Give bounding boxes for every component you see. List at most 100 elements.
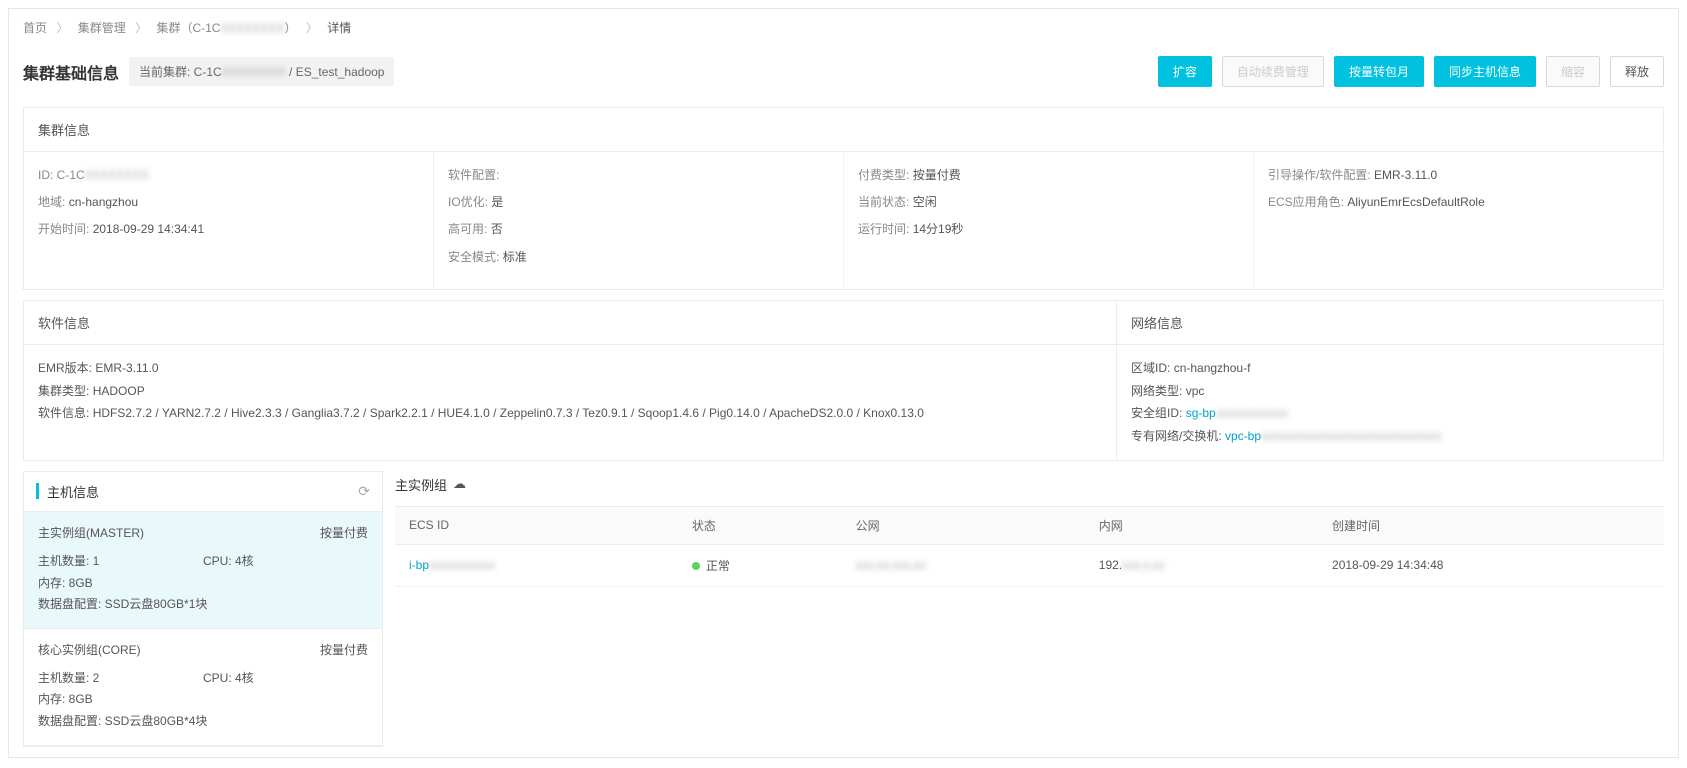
runtime-value: 14分19秒: [913, 222, 964, 236]
shrink-button: 缩容: [1546, 56, 1600, 87]
host-group-master[interactable]: 主实例组(MASTER) 按量付费 主机数量: 1 CPU: 4核 内存: 8G…: [24, 512, 382, 629]
sg-link-text: sg-bp: [1186, 406, 1216, 420]
io-label: IO优化:: [448, 195, 488, 209]
group-name: 主实例组(MASTER): [38, 524, 144, 541]
cluster-info-title: 集群信息: [24, 108, 1663, 152]
breadcrumb-cluster-prefix: 集群（C-1C: [156, 21, 220, 35]
chevron-right-icon: 〉: [135, 21, 147, 35]
sec-label: 安全模式:: [448, 250, 499, 264]
ecs-blur: xxxxxxxxxxx: [429, 558, 495, 572]
chevron-right-icon: 〉: [56, 21, 68, 35]
table-row: i-bpxxxxxxxxxxx 正常 xxx.xx.xxx.xx 192.xxx…: [395, 544, 1664, 586]
cluster-info-col2: 软件配置: IO优化: 是 高可用: 否 安全模式: 标准: [433, 152, 843, 289]
ha-label: 高可用:: [448, 222, 487, 236]
group-pay: 按量付费: [320, 524, 368, 541]
cluster-info-card: 集群信息 ID: C-1CXXXXXXXX 地域: cn-hangzhou 开始…: [23, 107, 1664, 290]
type-label: 集群类型:: [38, 384, 89, 398]
vpc-link[interactable]: vpc-bpxxxxxxxxxxxxxxxxxxxxxxxxxxxxxx: [1225, 429, 1441, 443]
ecs-id-link[interactable]: i-bpxxxxxxxxxxx: [409, 558, 495, 572]
group-pay: 按量付费: [320, 641, 368, 658]
chip-prefix: 当前集群: C-1C: [139, 65, 222, 79]
vpc-label: 专有网络/交换机:: [1131, 429, 1222, 443]
status-value: 空闲: [913, 195, 937, 209]
sg-label: 安全组ID:: [1131, 406, 1182, 420]
start-label: 开始时间:: [38, 222, 89, 236]
net-value: vpc: [1186, 384, 1205, 398]
breadcrumb-home[interactable]: 首页: [23, 21, 47, 35]
group-mem: 内存: 8GB: [38, 689, 368, 711]
sg-link-blur: xxxxxxxxxxxx: [1216, 406, 1288, 420]
ha-value: 否: [491, 222, 503, 236]
group-cpu: CPU: 4核: [203, 668, 368, 690]
col-created: 创建时间: [1318, 506, 1664, 544]
breadcrumb-cluster-blur: XXXXXXXX: [220, 21, 284, 35]
header-row: 集群基础信息 当前集群: C-1CXXXXXXXX / ES_test_hado…: [9, 46, 1678, 97]
breadcrumb-cluster-suffix: ）: [284, 21, 296, 35]
host-sidebar: 主机信息 ⟳ 主实例组(MASTER) 按量付费 主机数量: 1 CPU: 4核…: [23, 471, 383, 747]
chip-suffix: / ES_test_hadoop: [286, 65, 385, 79]
region-value: cn-hangzhou: [69, 195, 138, 209]
host-table-title: 主实例组: [395, 475, 447, 494]
private-ip-blur: xxx.x.xx: [1122, 558, 1165, 572]
stack-value: HDFS2.7.2 / YARN2.7.2 / Hive2.3.3 / Gang…: [93, 406, 924, 420]
breadcrumb-detail: 详情: [327, 21, 351, 35]
auto-renew-button: 自动续费管理: [1222, 56, 1324, 87]
status-label: 当前状态:: [858, 195, 909, 209]
col-public: 公网: [842, 506, 1085, 544]
host-table-area: 主实例组 ☁ ECS ID 状态 公网 内网 创建时间 i-bpxxxxxxxx…: [395, 471, 1664, 747]
accent-bar: [36, 483, 39, 499]
emr-value: EMR-3.11.0: [95, 361, 158, 375]
refresh-icon[interactable]: ⟳: [358, 483, 370, 500]
software-info-panel: 软件信息 EMR版本: EMR-3.11.0 集群类型: HADOOP 软件信息…: [23, 300, 1117, 461]
current-cluster-chip: 当前集群: C-1CXXXXXXXX / ES_test_hadoop: [129, 57, 394, 86]
group-name: 核心实例组(CORE): [38, 641, 141, 658]
host-info-title: 主机信息: [47, 482, 99, 501]
scale-button[interactable]: 扩容: [1158, 56, 1212, 87]
net-label: 网络类型:: [1131, 384, 1182, 398]
chip-blur: XXXXXXXX: [222, 65, 286, 79]
col-status: 状态: [678, 506, 842, 544]
group-hosts: 主机数量: 2: [38, 668, 203, 690]
ecs-role-label: ECS应用角色:: [1268, 195, 1344, 209]
breadcrumb: 首页 〉 集群管理 〉 集群（C-1CXXXXXXXX） 〉 详情: [9, 9, 1678, 46]
group-hosts: 主机数量: 1: [38, 551, 203, 573]
ecs-role-value: AliyunEmrEcsDefaultRole: [1347, 195, 1484, 209]
col-private: 内网: [1085, 506, 1318, 544]
group-disk: 数据盘配置: SSD云盘80GB*1块: [38, 594, 368, 616]
zone-label: 区域ID:: [1131, 361, 1170, 375]
emr-label: EMR版本:: [38, 361, 92, 375]
status-text: 正常: [706, 559, 730, 573]
sec-value: 标准: [503, 250, 527, 264]
breadcrumb-cluster[interactable]: 集群（C-1CXXXXXXXX）: [156, 21, 299, 35]
id-label: ID: C-1C: [38, 168, 85, 182]
sync-host-button[interactable]: 同步主机信息: [1434, 56, 1536, 87]
pay-label: 付费类型:: [858, 168, 909, 182]
host-group-core[interactable]: 核心实例组(CORE) 按量付费 主机数量: 2 CPU: 4核 内存: 8GB…: [24, 629, 382, 746]
private-ip-prefix: 192.: [1099, 558, 1122, 572]
boot-label: 引导操作/软件配置:: [1268, 168, 1371, 182]
group-cpu: CPU: 4核: [203, 551, 368, 573]
cloud-icon: ☁: [453, 476, 466, 492]
cluster-info-col3: 付费类型: 按量付费 当前状态: 空闲 运行时间: 14分19秒: [843, 152, 1253, 289]
start-value: 2018-09-29 14:34:41: [93, 222, 204, 236]
zone-value: cn-hangzhou-f: [1174, 361, 1251, 375]
sg-link[interactable]: sg-bpxxxxxxxxxxxx: [1186, 406, 1288, 420]
to-monthly-button[interactable]: 按量转包月: [1334, 56, 1424, 87]
sw-label: 软件配置:: [448, 168, 499, 182]
host-table: ECS ID 状态 公网 内网 创建时间 i-bpxxxxxxxxxxx 正常 …: [395, 506, 1664, 587]
breadcrumb-mgmt[interactable]: 集群管理: [78, 21, 126, 35]
group-mem: 内存: 8GB: [38, 573, 368, 595]
chevron-right-icon: 〉: [306, 21, 318, 35]
page-title: 集群基础信息: [23, 60, 119, 84]
id-blur: XXXXXXXX: [85, 168, 149, 182]
io-value: 是: [491, 195, 503, 209]
region-label: 地域:: [38, 195, 65, 209]
stack-label: 软件信息:: [38, 406, 89, 420]
cluster-info-col1: ID: C-1CXXXXXXXX 地域: cn-hangzhou 开始时间: 2…: [24, 152, 433, 289]
type-value: HADOOP: [93, 384, 145, 398]
software-info-title: 软件信息: [24, 301, 1116, 345]
pay-value: 按量付费: [913, 168, 961, 182]
cluster-info-col4: 引导操作/软件配置: EMR-3.11.0 ECS应用角色: AliyunEmr…: [1253, 152, 1663, 289]
release-button[interactable]: 释放: [1610, 56, 1664, 87]
public-ip-blur: xxx.xx.xxx.xx: [856, 558, 926, 572]
